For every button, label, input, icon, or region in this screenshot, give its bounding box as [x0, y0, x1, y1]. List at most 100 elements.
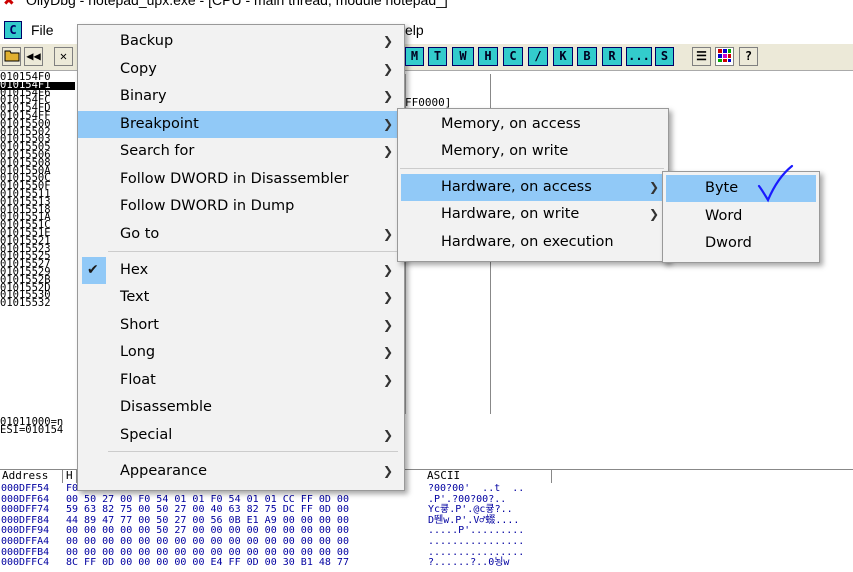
- menu-item-label: Binary: [120, 88, 167, 104]
- toolbar-button-2[interactable]: W: [452, 47, 474, 66]
- submenu-item-hardware-on-access[interactable]: Hardware, on access ❯: [401, 174, 664, 201]
- toolbar-button-4[interactable]: C: [503, 47, 523, 66]
- submenu-item-label: Memory, on access: [441, 116, 581, 132]
- menu-item-copy[interactable]: Copy ❯: [78, 56, 404, 83]
- chevron-right-icon: ❯: [383, 428, 394, 442]
- menu-item-text[interactable]: Text ❯: [78, 284, 404, 311]
- menu-item-label: Go to: [120, 226, 160, 242]
- submenu-item-memory-on-access[interactable]: Memory, on access: [398, 111, 668, 138]
- disassembly-address-column[interactable]: 010154F0 010154F1 010154F6 010154FC 010154FD…: [0, 72, 75, 414]
- chevron-right-icon: ❯: [649, 207, 660, 221]
- close-icon[interactable]: ✕: [54, 47, 73, 66]
- cpu-window-icon[interactable]: C: [4, 21, 22, 39]
- menu-separator: [108, 451, 398, 452]
- submenu-item-label: Memory, on write: [441, 143, 569, 159]
- chevron-right-icon: ❯: [383, 464, 394, 478]
- dump-row-hex: 8C FF 0D 00 00 00 00 00 E4 FF 0D 00 30 B…: [66, 557, 349, 569]
- menu-item-follow-dword-in-disassembler[interactable]: Follow DWORD in Disassembler: [78, 166, 404, 193]
- menu-item-long[interactable]: Long ❯: [78, 339, 404, 366]
- submenu-item-hardware-on-write[interactable]: Hardware, on write ❯: [398, 201, 668, 228]
- submenu-item-memory-on-write[interactable]: Memory, on write: [398, 138, 668, 165]
- menu-item-disassemble[interactable]: Disassemble: [78, 394, 404, 421]
- menu-item-label: Short: [120, 317, 159, 333]
- toolbar-button-6[interactable]: K: [553, 47, 573, 66]
- hardware-option-label: Byte: [705, 180, 739, 196]
- toolbar-button-0[interactable]: M: [405, 47, 424, 66]
- rewind-icon[interactable]: ◀◀: [24, 47, 43, 66]
- hardware-option-label: Dword: [705, 235, 752, 251]
- menu-item-label: Follow DWORD in Dump: [120, 198, 295, 214]
- info-line: ESI=010154: [0, 424, 64, 436]
- hardware-access-submenu: Byte Word Dword: [662, 171, 820, 263]
- toolbar-button-1[interactable]: T: [428, 47, 447, 66]
- toolbar-button-5[interactable]: /: [528, 47, 548, 66]
- address-row[interactable]: 01015532: [0, 298, 75, 308]
- menu-item-label: Text: [120, 289, 150, 305]
- menu-item-label: Backup: [120, 33, 174, 49]
- menu-item-label: Search for: [120, 143, 195, 159]
- menu-separator: [400, 168, 664, 169]
- menu-item-hex[interactable]: ✔ Hex ❯: [78, 257, 404, 284]
- menu-item-short[interactable]: Short ❯: [78, 312, 404, 339]
- menu-item-binary[interactable]: Binary ❯: [78, 83, 404, 110]
- submenu-item-label: Hardware, on write: [441, 206, 580, 222]
- submenu-item-label: Hardware, on execution: [441, 234, 614, 250]
- menu-item-breakpoint[interactable]: Breakpoint ❯: [78, 111, 404, 138]
- menu-item-label: Disassemble: [120, 399, 212, 415]
- menu-item-float[interactable]: Float ❯: [78, 367, 404, 394]
- chevron-right-icon: ❯: [383, 373, 394, 387]
- title-bar: ✖ OllyDbg - notepad_upx.exe - [CPU - mai…: [0, 0, 853, 16]
- window-title: OllyDbg - notepad_upx.exe - [CPU - main …: [26, 0, 448, 8]
- dump-row-address: 000DFFA4: [1, 535, 50, 547]
- menu-item-search-for[interactable]: Search for ❯: [78, 138, 404, 165]
- menu-item-label: Copy: [120, 61, 157, 77]
- chevron-right-icon: ❯: [383, 144, 394, 158]
- menu-file[interactable]: File: [31, 22, 54, 38]
- toolbar-button-10[interactable]: S: [655, 47, 674, 66]
- menu-item-label: Breakpoint: [120, 116, 199, 132]
- info-pane: 01011000=n ESI=010154: [0, 417, 76, 442]
- toolbar-button-9[interactable]: ...: [626, 47, 652, 66]
- chevron-right-icon: ❯: [383, 62, 394, 76]
- submenu-item-hardware-on-execution[interactable]: Hardware, on execution: [398, 229, 668, 256]
- hardware-option-word[interactable]: Word: [666, 203, 816, 230]
- chevron-right-icon: ❯: [383, 227, 394, 241]
- toolbar-button-8[interactable]: R: [602, 47, 622, 66]
- menu-item-special[interactable]: Special ❯: [78, 422, 404, 449]
- check-icon: ✔: [87, 262, 99, 278]
- menu-item-follow-dword-in-dump[interactable]: Follow DWORD in Dump: [78, 193, 404, 220]
- chevron-right-icon: ❯: [383, 117, 394, 131]
- menu-item-go-to[interactable]: Go to ❯: [78, 221, 404, 248]
- menu-item-label: Special: [120, 427, 173, 443]
- chevron-right-icon: ❯: [383, 263, 394, 277]
- list-icon[interactable]: ☰: [692, 47, 711, 66]
- dump-row-address: 000DFFC4: [1, 557, 50, 569]
- hardware-option-dword[interactable]: Dword: [666, 230, 816, 257]
- menu-item-label: Long: [120, 344, 156, 360]
- menu-item-label: Follow DWORD in Disassembler: [120, 171, 349, 187]
- help-icon[interactable]: ?: [739, 47, 758, 66]
- chevron-right-icon: ❯: [383, 318, 394, 332]
- menu-item-label: Hex: [120, 262, 149, 278]
- dump-header-ascii[interactable]: ASCII: [425, 469, 552, 483]
- dump-row-hex: 00 00 00 00 00 00 00 00 00 00 00 00 00 0…: [66, 535, 349, 547]
- toolbar-button-3[interactable]: H: [478, 47, 498, 66]
- dump-row[interactable]: 000DFFA4 00 00 00 00 00 00 00 00 00 00 00…: [0, 535, 853, 548]
- dump-header-address[interactable]: Address: [0, 469, 63, 483]
- dump-row[interactable]: 000DFFC4 8C FF 0D 00 00 00 00 00 E4 FF 0D…: [0, 558, 853, 569]
- chevron-right-icon: ❯: [383, 290, 394, 304]
- dump-row-ascii: ................: [428, 535, 525, 547]
- palette-icon[interactable]: [715, 47, 734, 66]
- open-icon[interactable]: [2, 47, 21, 66]
- menu-item-backup[interactable]: Backup ❯: [78, 28, 404, 55]
- toolbar-button-7[interactable]: B: [577, 47, 597, 66]
- dump-body[interactable]: 000DFF54F0 ...?00?00' ..t ..000DFF6400 5…: [0, 483, 853, 572]
- app-icon: ✖: [3, 0, 15, 8]
- menu-item-appearance[interactable]: Appearance ❯: [78, 458, 404, 485]
- dump-header-hex[interactable]: H: [64, 469, 77, 483]
- dump-row-ascii: ?00?00' ..t ..: [428, 483, 525, 494]
- menu-help[interactable]: elp: [405, 22, 424, 38]
- menu-item-label: Float: [120, 372, 156, 388]
- submenu-item-label: Hardware, on access: [441, 179, 592, 195]
- chevron-right-icon: ❯: [649, 180, 660, 194]
